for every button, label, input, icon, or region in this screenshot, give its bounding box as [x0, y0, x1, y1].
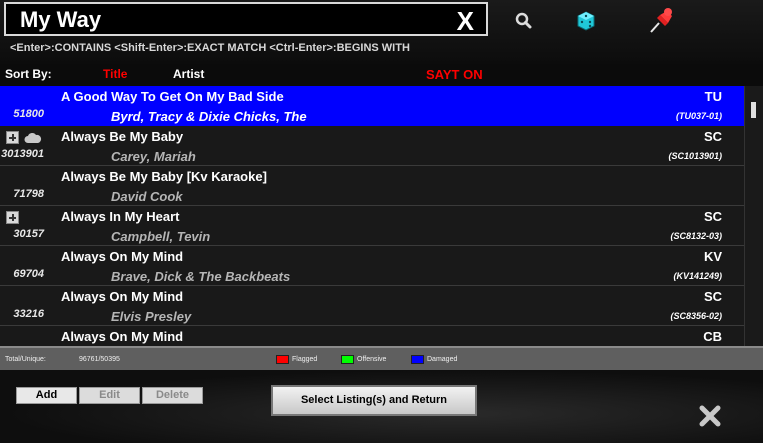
- clear-search-button[interactable]: X: [457, 6, 474, 37]
- list-item[interactable]: 30157 Always In My Heart Campbell, Tevin…: [0, 206, 744, 246]
- damaged-swatch: [411, 355, 424, 364]
- song-artist: Elvis Presley: [111, 309, 192, 324]
- total-value: 96761/50395: [79, 356, 120, 363]
- search-input[interactable]: My Way: [20, 7, 101, 33]
- song-artist: Campbell, Tevin: [111, 229, 211, 244]
- song-artist: David Cook: [111, 189, 183, 204]
- offensive-swatch: [341, 355, 354, 364]
- add-button[interactable]: Add: [16, 387, 77, 404]
- list-item[interactable]: Always On My Mind CB: [0, 326, 744, 346]
- expand-icon[interactable]: [6, 211, 19, 224]
- song-title: A Good Way To Get On My Bad Side: [61, 89, 284, 104]
- list-item[interactable]: 69704 Always On My Mind Brave, Dick & Th…: [0, 246, 744, 286]
- song-artist: Brave, Dick & The Backbeats: [111, 269, 291, 284]
- flagged-swatch: [276, 355, 289, 364]
- pin-icon[interactable]: [646, 4, 676, 36]
- sort-artist-option[interactable]: Artist: [173, 67, 204, 81]
- sayt-status[interactable]: SAYT ON: [426, 67, 483, 82]
- list-item[interactable]: 33216 Always On My Mind Elvis Presley SC…: [0, 286, 744, 326]
- delete-button[interactable]: Delete: [142, 387, 203, 404]
- song-code: (SC8356-02): [670, 311, 722, 321]
- offensive-label: Offensive: [357, 356, 387, 363]
- search-icon[interactable]: [510, 8, 538, 36]
- song-code: (KV141249): [673, 271, 722, 281]
- scrollbar-thumb[interactable]: [751, 102, 756, 118]
- song-brand: TU: [704, 89, 722, 104]
- list-item[interactable]: 71798 Always Be My Baby [Kv Karaoke] Dav…: [0, 166, 744, 206]
- song-id: 3013901: [1, 148, 44, 160]
- top-bar: My Way X <Enter>:CONTAINS <Shift-Enter>:…: [0, 0, 763, 64]
- song-brand: CB: [703, 329, 722, 344]
- edit-button[interactable]: Edit: [79, 387, 140, 404]
- song-brand: SC: [703, 129, 722, 144]
- flagged-label: Flagged: [292, 356, 318, 363]
- song-artist: Carey, Mariah: [111, 149, 196, 164]
- song-title: Always On My Mind: [61, 249, 184, 264]
- song-id: 33216: [13, 308, 44, 320]
- song-id: 69704: [13, 268, 44, 280]
- damaged-label: Damaged: [427, 356, 458, 363]
- expand-icon[interactable]: [6, 131, 19, 144]
- song-title: Always Be My Baby [Kv Karaoke]: [61, 169, 267, 184]
- song-code: (TU037-01): [675, 111, 722, 121]
- song-id: 71798: [13, 188, 44, 200]
- song-artist: Byrd, Tracy & Dixie Chicks, The: [111, 109, 307, 124]
- list-item[interactable]: 3013901 Always Be My Baby Carey, Mariah …: [0, 126, 744, 166]
- cloud-icon: [24, 132, 42, 143]
- song-code: (SC8132-03): [670, 231, 722, 241]
- song-list[interactable]: 51800 A Good Way To Get On My Bad Side B…: [0, 86, 763, 346]
- song-brand: SC: [703, 289, 722, 304]
- song-title: Always In My Heart: [61, 209, 180, 224]
- list-item[interactable]: 51800 A Good Way To Get On My Bad Side B…: [0, 86, 744, 126]
- dice-icon[interactable]: [572, 8, 600, 36]
- song-id: 30157: [13, 228, 44, 240]
- sort-title-option[interactable]: Title: [103, 67, 127, 81]
- list-scrollbar[interactable]: [744, 86, 763, 346]
- status-bar: Total/Unique: 96761/50395 Flagged Offens…: [0, 346, 763, 370]
- bottom-panel: Add Edit Delete Select Listing(s) and Re…: [0, 370, 763, 443]
- total-label: Total/Unique:: [5, 356, 46, 363]
- select-listing-button[interactable]: Select Listing(s) and Return: [271, 385, 477, 416]
- search-box[interactable]: My Way X: [4, 2, 488, 36]
- song-id: 51800: [13, 108, 44, 120]
- song-code: (SC1013901): [668, 151, 722, 161]
- sort-by-label: Sort By:: [5, 67, 52, 81]
- song-title: Always Be My Baby: [61, 129, 184, 144]
- song-title: Always On My Mind: [61, 289, 184, 304]
- song-title: Always On My Mind: [61, 329, 184, 344]
- search-hint: <Enter>:CONTAINS <Shift-Enter>:EXACT MAT…: [10, 42, 410, 54]
- close-icon[interactable]: [697, 403, 723, 429]
- song-brand: KV: [703, 249, 722, 264]
- song-brand: SC: [703, 209, 722, 224]
- sort-bar: Sort By: Title Artist SAYT ON: [0, 64, 763, 86]
